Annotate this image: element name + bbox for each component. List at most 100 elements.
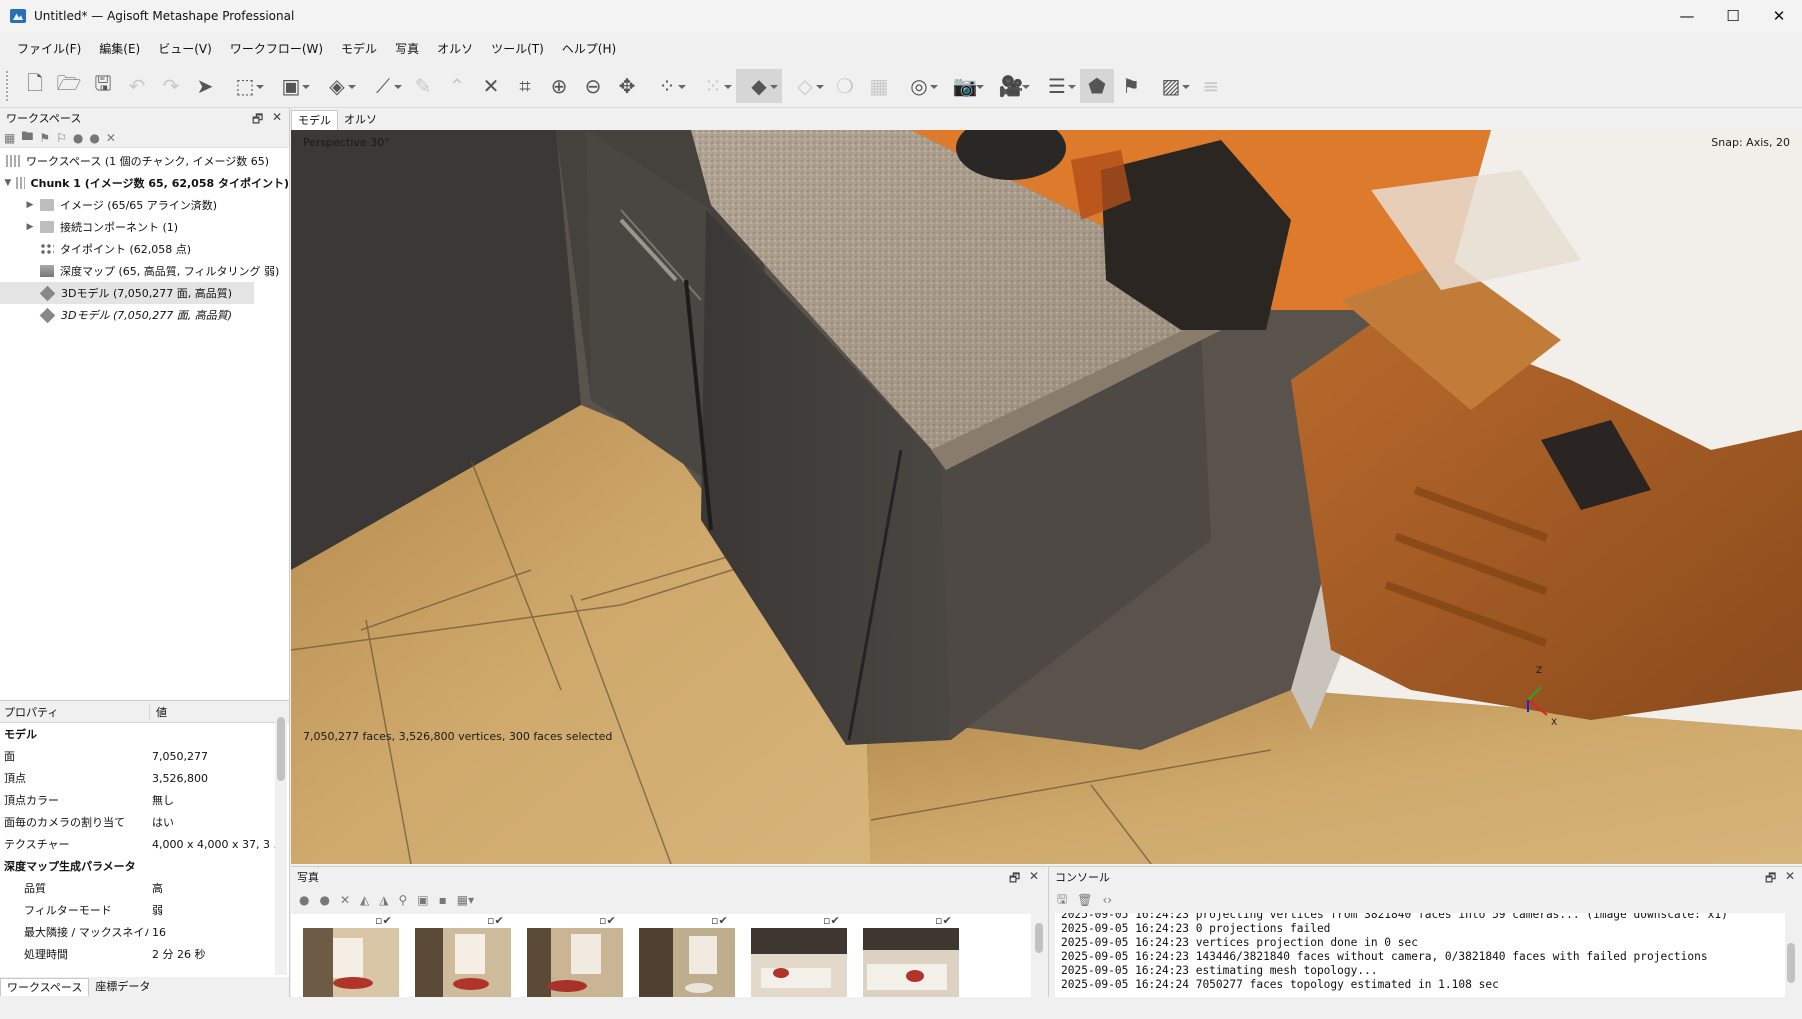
menu-file[interactable]: ファイル(F) [8,40,90,57]
photos-scrollbar[interactable] [1033,913,1045,998]
rotate-left-icon[interactable]: ◭ [360,893,369,907]
save-icon[interactable]: 🖫 [86,69,120,103]
enable-icon[interactable]: ● [299,893,309,907]
tree-item-model-inactive[interactable]: 3Dモデル (7,050,277 面, 高品質) [0,304,289,326]
tab-ortho[interactable]: オルソ [338,110,383,130]
redo-icon[interactable]: ↷ [154,69,188,103]
photo-thumbnail[interactable] [303,928,399,998]
photo-thumbnail[interactable] [415,928,511,998]
enable-icon[interactable]: ● [73,131,83,145]
scrollbar-thumb[interactable] [1787,943,1795,983]
crop-selection-icon[interactable]: ⌗ [508,69,542,103]
markers-icon[interactable]: ⚑ [1114,69,1148,103]
reset-view-icon[interactable]: ✥ [610,69,644,103]
model-shaded-icon[interactable]: ◆ [736,68,782,103]
rectangle-selection-icon[interactable]: ⬚ [222,69,268,103]
tree-item-depth-maps[interactable]: 深度マップ (65, 高品質, フィルタリング 弱) [0,260,289,282]
view-grid-icon[interactable]: ▦▾ [457,893,474,907]
close-panel-icon[interactable]: ✕ [1029,869,1039,883]
tree-item-chunk[interactable]: ▼ Chunk 1 (イメージ数 65, 62,058 タイポイント) [0,172,289,194]
scrollbar-thumb[interactable] [277,717,285,781]
model-viewport[interactable]: Perspective 30° Snap: Axis, 20 7,050,277… [291,130,1802,864]
rotate-right-icon[interactable]: ◮ [379,893,388,907]
photo-checkbox[interactable]: ▫✔ [823,914,840,927]
tree-item-workspace[interactable]: ワークスペース (1 個のチャンク, イメージ数 65) [0,150,289,172]
camera-icon[interactable]: 📷 [942,69,988,103]
delete-selection-icon[interactable]: ✕ [474,69,508,103]
toolbar-grip[interactable] [6,70,12,101]
maximize-button[interactable]: ☐ [1710,0,1756,32]
minimize-button[interactable]: — [1664,0,1710,32]
tree-item-components[interactable]: ▶ 接続コンポーネント (1) [0,216,289,238]
photo-thumbnail[interactable] [863,928,959,998]
menu-model[interactable]: モデル [332,40,386,57]
zoom-out-icon[interactable]: ⊖ [576,69,610,103]
menu-help[interactable]: ヘルプ(H) [553,40,625,57]
tab-workspace[interactable]: ワークスペース [0,978,90,996]
zoom-in-icon[interactable]: ⊕ [542,69,576,103]
undo-icon[interactable]: ↶ [120,69,154,103]
photo-checkbox[interactable]: ▫✔ [711,914,728,927]
expand-arrow-icon[interactable]: ▶ [24,200,36,210]
menu-ortho[interactable]: オルソ [428,40,482,57]
menu-edit[interactable]: 編集(E) [90,40,149,57]
tree-item-images[interactable]: ▶ イメージ (65/65 アライン済数) [0,194,289,216]
close-panel-icon[interactable]: ✕ [1785,869,1795,883]
open-folder-icon[interactable]: 🗁 [52,69,86,103]
photo-thumbnail[interactable] [527,928,623,998]
tree-item-tie-points[interactable]: タイポイント (62,058 点) [0,238,289,260]
globe-icon[interactable]: ◎ [896,69,942,103]
add-marker-icon[interactable]: ⚐ [56,131,67,145]
show-shapes-icon[interactable]: ☰ [1034,69,1080,103]
execute-script-icon[interactable]: ‹› [1102,893,1112,907]
disable-icon[interactable]: ● [89,131,99,145]
tab-model[interactable]: モデル [291,110,338,130]
new-project-icon[interactable]: 🗋 [18,69,52,103]
point-cloud-icon[interactable]: ⁘ [644,69,690,103]
photo-thumbnail[interactable] [751,928,847,998]
add-photos-icon[interactable]: 🖿 [21,127,33,148]
menu-workflow[interactable]: ワークフロー(W) [221,40,332,57]
polyline-icon[interactable]: ⌃ [440,69,474,103]
mask-icon[interactable]: ▣ [417,893,428,907]
show-region-icon[interactable]: ⬟ [1080,68,1114,103]
display-mode-icon[interactable]: ▪ [439,893,447,907]
property-column-header[interactable]: プロパティ [0,703,150,720]
undock-icon[interactable]: 🗗 [1009,869,1020,890]
console-scrollbar[interactable] [1785,913,1797,998]
menu-view[interactable]: ビュー(V) [149,40,221,57]
expand-arrow-icon[interactable]: ▶ [24,222,36,232]
add-chunk-icon[interactable]: ▦ [4,131,15,145]
add-folder-icon[interactable]: ⚑ [39,131,50,145]
remove-icon[interactable]: ✕ [340,893,350,907]
disable-icon[interactable]: ● [319,893,329,907]
ruler-icon[interactable]: ⟋ [360,69,406,103]
dense-cloud-icon[interactable]: ⁙ [690,69,736,103]
photo-checkbox[interactable]: ▫✔ [375,914,392,927]
photo-checkbox[interactable]: ▫✔ [599,914,616,927]
draw-shape-icon[interactable]: ✎ [406,69,440,103]
layers-icon[interactable]: ≡ [1194,69,1228,103]
scrollbar-thumb[interactable] [1035,923,1043,953]
dem-icon[interactable]: ▦ [862,69,896,103]
collapse-arrow-icon[interactable]: ▼ [4,178,12,188]
menu-photo[interactable]: 写真 [386,40,428,57]
tree-item-model-active[interactable]: 3Dモデル (7,050,277 面, 高品質) [0,282,254,304]
filter-icon[interactable]: ⚲ [399,893,408,907]
show-cameras-icon[interactable]: 🎥 [988,69,1034,103]
menu-tools[interactable]: ツール(T) [482,40,553,57]
properties-scrollbar[interactable] [275,703,287,975]
photo-checkbox[interactable]: ▫✔ [487,914,504,927]
show-images-icon[interactable]: ▨ [1148,69,1194,103]
resize-region-icon[interactable]: ▣ [268,69,314,103]
undock-icon[interactable]: 🗗 [252,110,263,131]
undock-icon[interactable]: 🗗 [1765,869,1776,890]
remove-item-icon[interactable]: ✕ [106,131,116,145]
close-button[interactable]: ✕ [1756,0,1802,32]
clear-log-icon[interactable]: 🗑 [1077,893,1092,907]
tab-reference[interactable]: 座標データ [89,978,156,996]
move-object-icon[interactable]: ◈ [314,69,360,103]
console-log[interactable]: 2025-09-05 16:24:23 projecting vertices … [1055,913,1785,998]
value-column-header[interactable]: 値 [150,704,167,720]
photo-thumbnail[interactable] [639,928,735,998]
